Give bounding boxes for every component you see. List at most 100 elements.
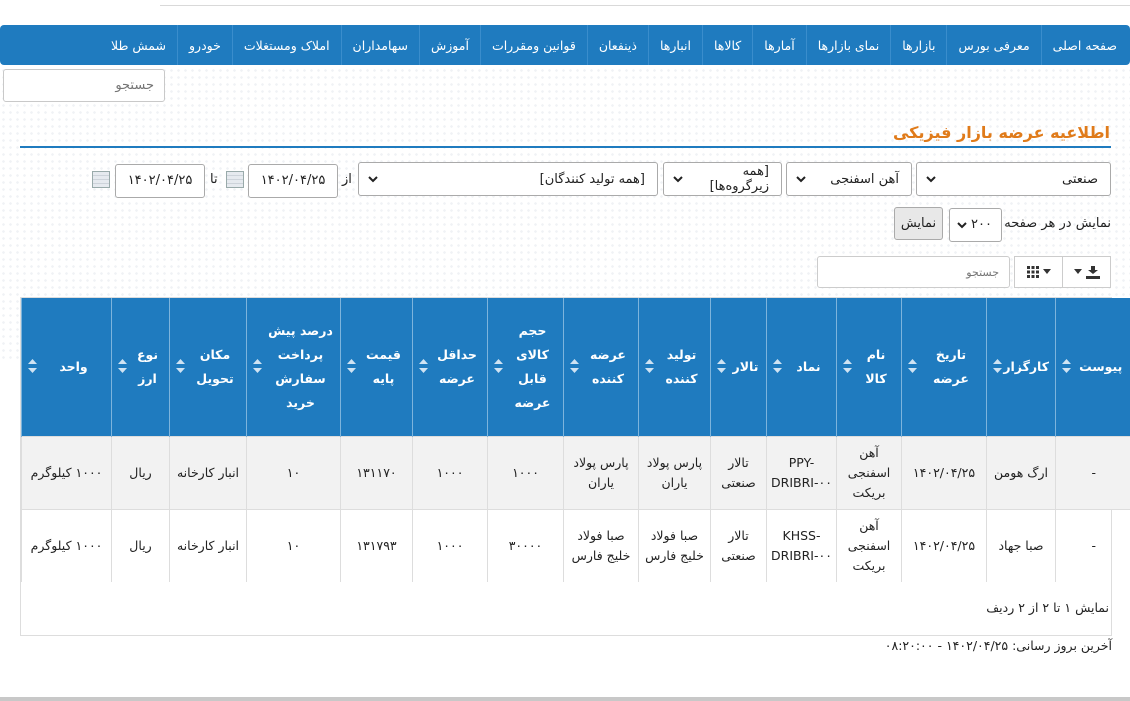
pagination-info: نمایش ۱ تا ۲ از ۲ ردیف: [986, 600, 1109, 615]
col-header-symbol[interactable]: نماد: [767, 298, 837, 436]
col-header-hall[interactable]: تالار: [711, 298, 767, 436]
nav-item-goods[interactable]: کالاها: [702, 25, 752, 65]
table-row: - صبا جهاد ۱۴۰۲/۰۴/۲۵ آهن اسفنجی بریکت K…: [22, 509, 1130, 582]
calendar-icon[interactable]: [226, 171, 244, 188]
calendar-icon[interactable]: [92, 171, 110, 188]
table-cell: تالار صنعتی: [711, 436, 767, 509]
table-cell: پارس پولاد یاران: [564, 436, 639, 509]
table-row: - ارگ هومن ۱۴۰۲/۰۴/۲۵ آهن اسفنجی بریکت P…: [22, 436, 1130, 509]
sort-icon: [347, 359, 356, 373]
col-header-supplier[interactable]: عرضه کننده: [564, 298, 639, 436]
col-header-volume[interactable]: حجم کالای قابل عرضه: [488, 298, 564, 436]
table-cell: -: [1056, 436, 1130, 509]
subgroup-select-value: [همه زیرگروه‌ها]: [690, 164, 769, 194]
producer-select[interactable]: [همه تولید کنندگان]: [358, 162, 658, 196]
table-cell: آهن اسفنجی بریکت: [837, 509, 902, 582]
table-cell: ۱۰۰۰: [413, 436, 488, 509]
market-select[interactable]: صنعتی: [916, 162, 1111, 196]
table-cell: انبار کارخانه: [170, 436, 247, 509]
table-cell: ۱۰۰۰: [488, 436, 564, 509]
table-search-input[interactable]: [817, 256, 1010, 288]
col-header-min-supply[interactable]: حداقل عرضه: [413, 298, 488, 436]
sort-icon: [645, 359, 654, 373]
table-cell: ۱۰: [247, 509, 341, 582]
nav-item-about[interactable]: معرفی بورس: [946, 25, 1040, 65]
producer-select-value: [همه تولید کنندگان]: [540, 172, 645, 187]
col-header-prepayment[interactable]: درصد پیش پرداخت سفارش خرید: [247, 298, 341, 436]
nav-item-stats[interactable]: آمارها: [752, 25, 805, 65]
nav-item-home[interactable]: صفحه اصلی: [1041, 25, 1128, 65]
nav-item-shareholders[interactable]: سهامداران: [341, 25, 419, 65]
sort-icon: [1062, 359, 1071, 373]
sort-icon: [253, 359, 262, 373]
from-date-input[interactable]: ۱۴۰۲/۰۴/۲۵: [248, 164, 338, 198]
download-icon: [1086, 266, 1100, 279]
nav-item-cars[interactable]: خودرو: [177, 25, 232, 65]
table-cell: پارس پولاد یاران: [639, 436, 711, 509]
to-date-input[interactable]: ۱۴۰۲/۰۴/۲۵: [115, 164, 205, 198]
col-header-base-price[interactable]: قیمت پایه: [341, 298, 413, 436]
subgroup-select[interactable]: [همه زیرگروه‌ها]: [663, 162, 782, 196]
last-update: آخرین بروز رسانی: ۱۴۰۲/۰۴/۲۵ - ۰۸:۲۰:۰۰: [885, 638, 1112, 653]
nav-item-real-estate[interactable]: املاک ومستغلات: [232, 25, 341, 65]
top-border: [160, 0, 1130, 6]
table-cell: ریال: [112, 436, 170, 509]
sort-icon: [28, 359, 37, 373]
table-cell: ۱۰۰۰ کیلوگرم: [22, 436, 112, 509]
nav-item-gold[interactable]: شمش طلا: [100, 25, 177, 65]
caret-down-icon: [1074, 269, 1082, 275]
sort-icon: [419, 359, 428, 373]
col-header-product-name[interactable]: نام کالا: [837, 298, 902, 436]
table-cell: ۱۰۰۰ کیلوگرم: [22, 509, 112, 582]
sort-icon: [773, 359, 782, 373]
table-cell: صبا فولاد خلیج فارس: [639, 509, 711, 582]
nav-item-market-view[interactable]: نمای بازارها: [806, 25, 891, 65]
table-cell: ۱۳۱۱۷۰: [341, 436, 413, 509]
nav-item-stakeholders[interactable]: ذینفعان: [587, 25, 648, 65]
group-select[interactable]: آهن اسفنجی: [786, 162, 912, 196]
sort-icon: [908, 359, 917, 373]
nav-item-warehouses[interactable]: انبارها: [648, 25, 702, 65]
col-header-supply-date[interactable]: تاریخ عرضه: [902, 298, 987, 436]
export-button[interactable]: [1062, 256, 1111, 288]
nav-item-markets[interactable]: بازارها: [890, 25, 946, 65]
table-cell: ۱۴۰۲/۰۴/۲۵: [902, 436, 987, 509]
sort-icon: [494, 359, 503, 373]
columns-toggle-button[interactable]: [1014, 256, 1063, 288]
table-cell: ۱۰: [247, 436, 341, 509]
col-header-attachment[interactable]: پیوست: [1056, 298, 1130, 436]
bottom-divider: [0, 697, 1130, 701]
table-cell: صبا جهاد: [987, 509, 1056, 582]
per-page-label: نمایش در هر صفحه: [1004, 216, 1111, 231]
col-header-currency[interactable]: نوع ارز: [112, 298, 170, 436]
group-select-value: آهن اسفنجی: [830, 172, 899, 187]
table-cell: انبار کارخانه: [170, 509, 247, 582]
chevron-down-icon: [956, 219, 968, 231]
to-label: تا: [210, 172, 218, 187]
chevron-down-icon: [367, 173, 379, 185]
page-title: اطلاعیه عرضه بازار فیزیکی: [893, 123, 1110, 142]
site-search-input[interactable]: [3, 69, 165, 102]
table-cell: آهن اسفنجی بریکت: [837, 436, 902, 509]
sort-icon: [118, 359, 127, 373]
sort-icon: [717, 359, 726, 373]
caret-down-icon: [1043, 269, 1051, 275]
table-cell: ریال: [112, 509, 170, 582]
table-cell: -: [1056, 509, 1130, 582]
from-label: از: [342, 172, 352, 187]
nav-item-regulations[interactable]: قوانین ومقررات: [480, 25, 587, 65]
nav-item-education[interactable]: آموزش: [419, 25, 480, 65]
market-select-value: صنعتی: [1062, 172, 1098, 187]
table-cell: KHSS-DRIBRI-۰۰: [767, 509, 837, 582]
col-header-producer[interactable]: تولید کننده: [639, 298, 711, 436]
col-header-unit[interactable]: واحد: [22, 298, 112, 436]
table-cell: PPY-DRIBRI-۰۰: [767, 436, 837, 509]
chevron-down-icon: [795, 173, 807, 185]
col-header-broker[interactable]: کارگزار: [987, 298, 1056, 436]
show-button[interactable]: نمایش: [894, 207, 943, 240]
title-divider: [20, 146, 1111, 148]
grid-icon: [1027, 266, 1039, 278]
sort-icon: [570, 359, 579, 373]
per-page-select[interactable]: ۲۰۰: [949, 208, 1002, 242]
col-header-delivery-place[interactable]: مکان تحویل: [170, 298, 247, 436]
